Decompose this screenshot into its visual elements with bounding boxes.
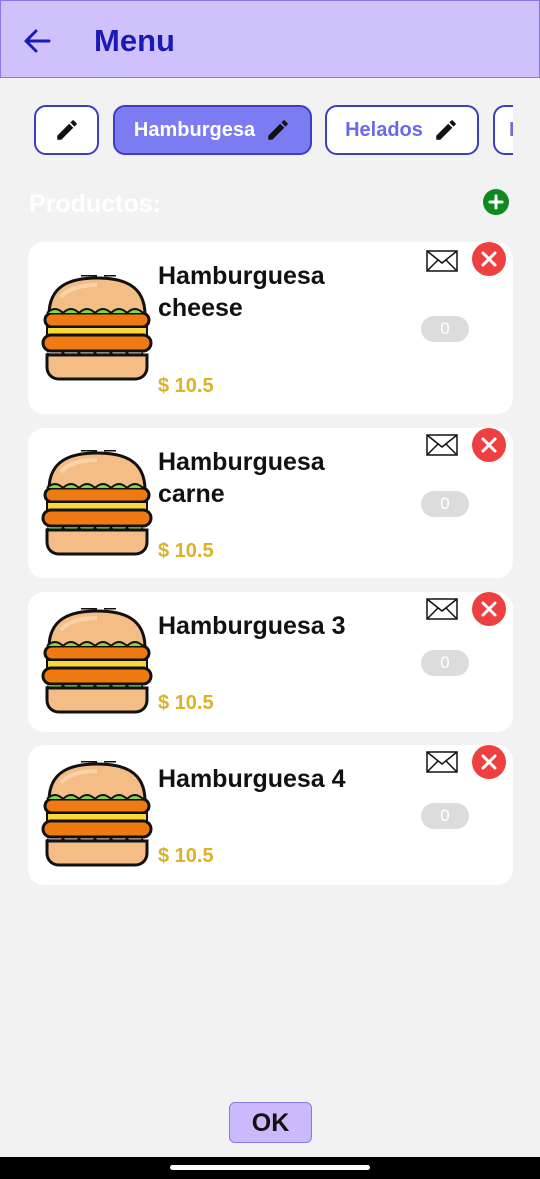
ok-button[interactable]: OK — [229, 1102, 312, 1143]
category-chips: Hamburgesa Helados I — [0, 105, 513, 159]
product-price: $ 10.5 — [158, 540, 214, 562]
mail-icon[interactable] — [426, 434, 458, 456]
product-price: $ 10.5 — [158, 692, 214, 714]
hamburger-icon — [41, 608, 153, 716]
product-name: Hamburguesa 3 — [158, 612, 346, 640]
delete-icon[interactable] — [472, 745, 506, 779]
hamburger-icon — [41, 450, 153, 558]
quantity-badge[interactable]: 0 — [421, 803, 469, 829]
hamburger-icon — [41, 761, 153, 869]
product-price: $ 10.5 — [158, 845, 214, 867]
quantity-badge[interactable]: 0 — [421, 316, 469, 342]
delete-icon[interactable] — [472, 428, 506, 462]
category-chip-label: Hamburgesa — [133, 118, 256, 141]
hamburger-icon — [41, 275, 153, 383]
product-card[interactable]: Hamburguesa cheese $ 10.5 0 — [28, 242, 513, 414]
mail-icon[interactable] — [426, 598, 458, 620]
product-card[interactable]: Hamburguesa 4 $ 10.5 0 — [28, 745, 513, 885]
app-bar: Menu — [0, 0, 540, 78]
page-title: Menu — [94, 23, 175, 58]
quantity-badge[interactable]: 0 — [421, 491, 469, 517]
category-chip-helados[interactable]: Helados — [325, 105, 479, 155]
system-nav-bar — [0, 1157, 540, 1179]
product-name: Hamburguesa carne — [158, 448, 325, 508]
delete-icon[interactable] — [472, 242, 506, 276]
category-chip-hamburgesa[interactable]: Hamburgesa — [113, 105, 312, 155]
quantity-badge[interactable]: 0 — [421, 650, 469, 676]
products-section-label: Productos: — [29, 190, 161, 218]
arrow-left-icon[interactable] — [21, 25, 53, 57]
pencil-icon — [54, 117, 80, 143]
category-chip-partial[interactable]: I — [493, 105, 513, 155]
mail-icon[interactable] — [426, 751, 458, 773]
mail-icon[interactable] — [426, 250, 458, 272]
category-chip-edit[interactable] — [34, 105, 99, 155]
product-card[interactable]: Hamburguesa carne $ 10.5 0 — [28, 428, 513, 578]
pencil-icon — [265, 117, 291, 143]
delete-icon[interactable] — [472, 592, 506, 626]
product-name: Hamburguesa cheese — [158, 262, 325, 322]
pencil-icon — [433, 117, 459, 143]
home-indicator[interactable] — [170, 1165, 370, 1170]
category-chip-label: Helados — [345, 118, 423, 141]
product-name: Hamburguesa 4 — [158, 765, 346, 793]
category-chip-label: I — [509, 118, 513, 141]
plus-circle-icon[interactable] — [482, 188, 510, 216]
product-price: $ 10.5 — [158, 375, 214, 397]
product-card[interactable]: Hamburguesa 3 $ 10.5 0 — [28, 592, 513, 732]
